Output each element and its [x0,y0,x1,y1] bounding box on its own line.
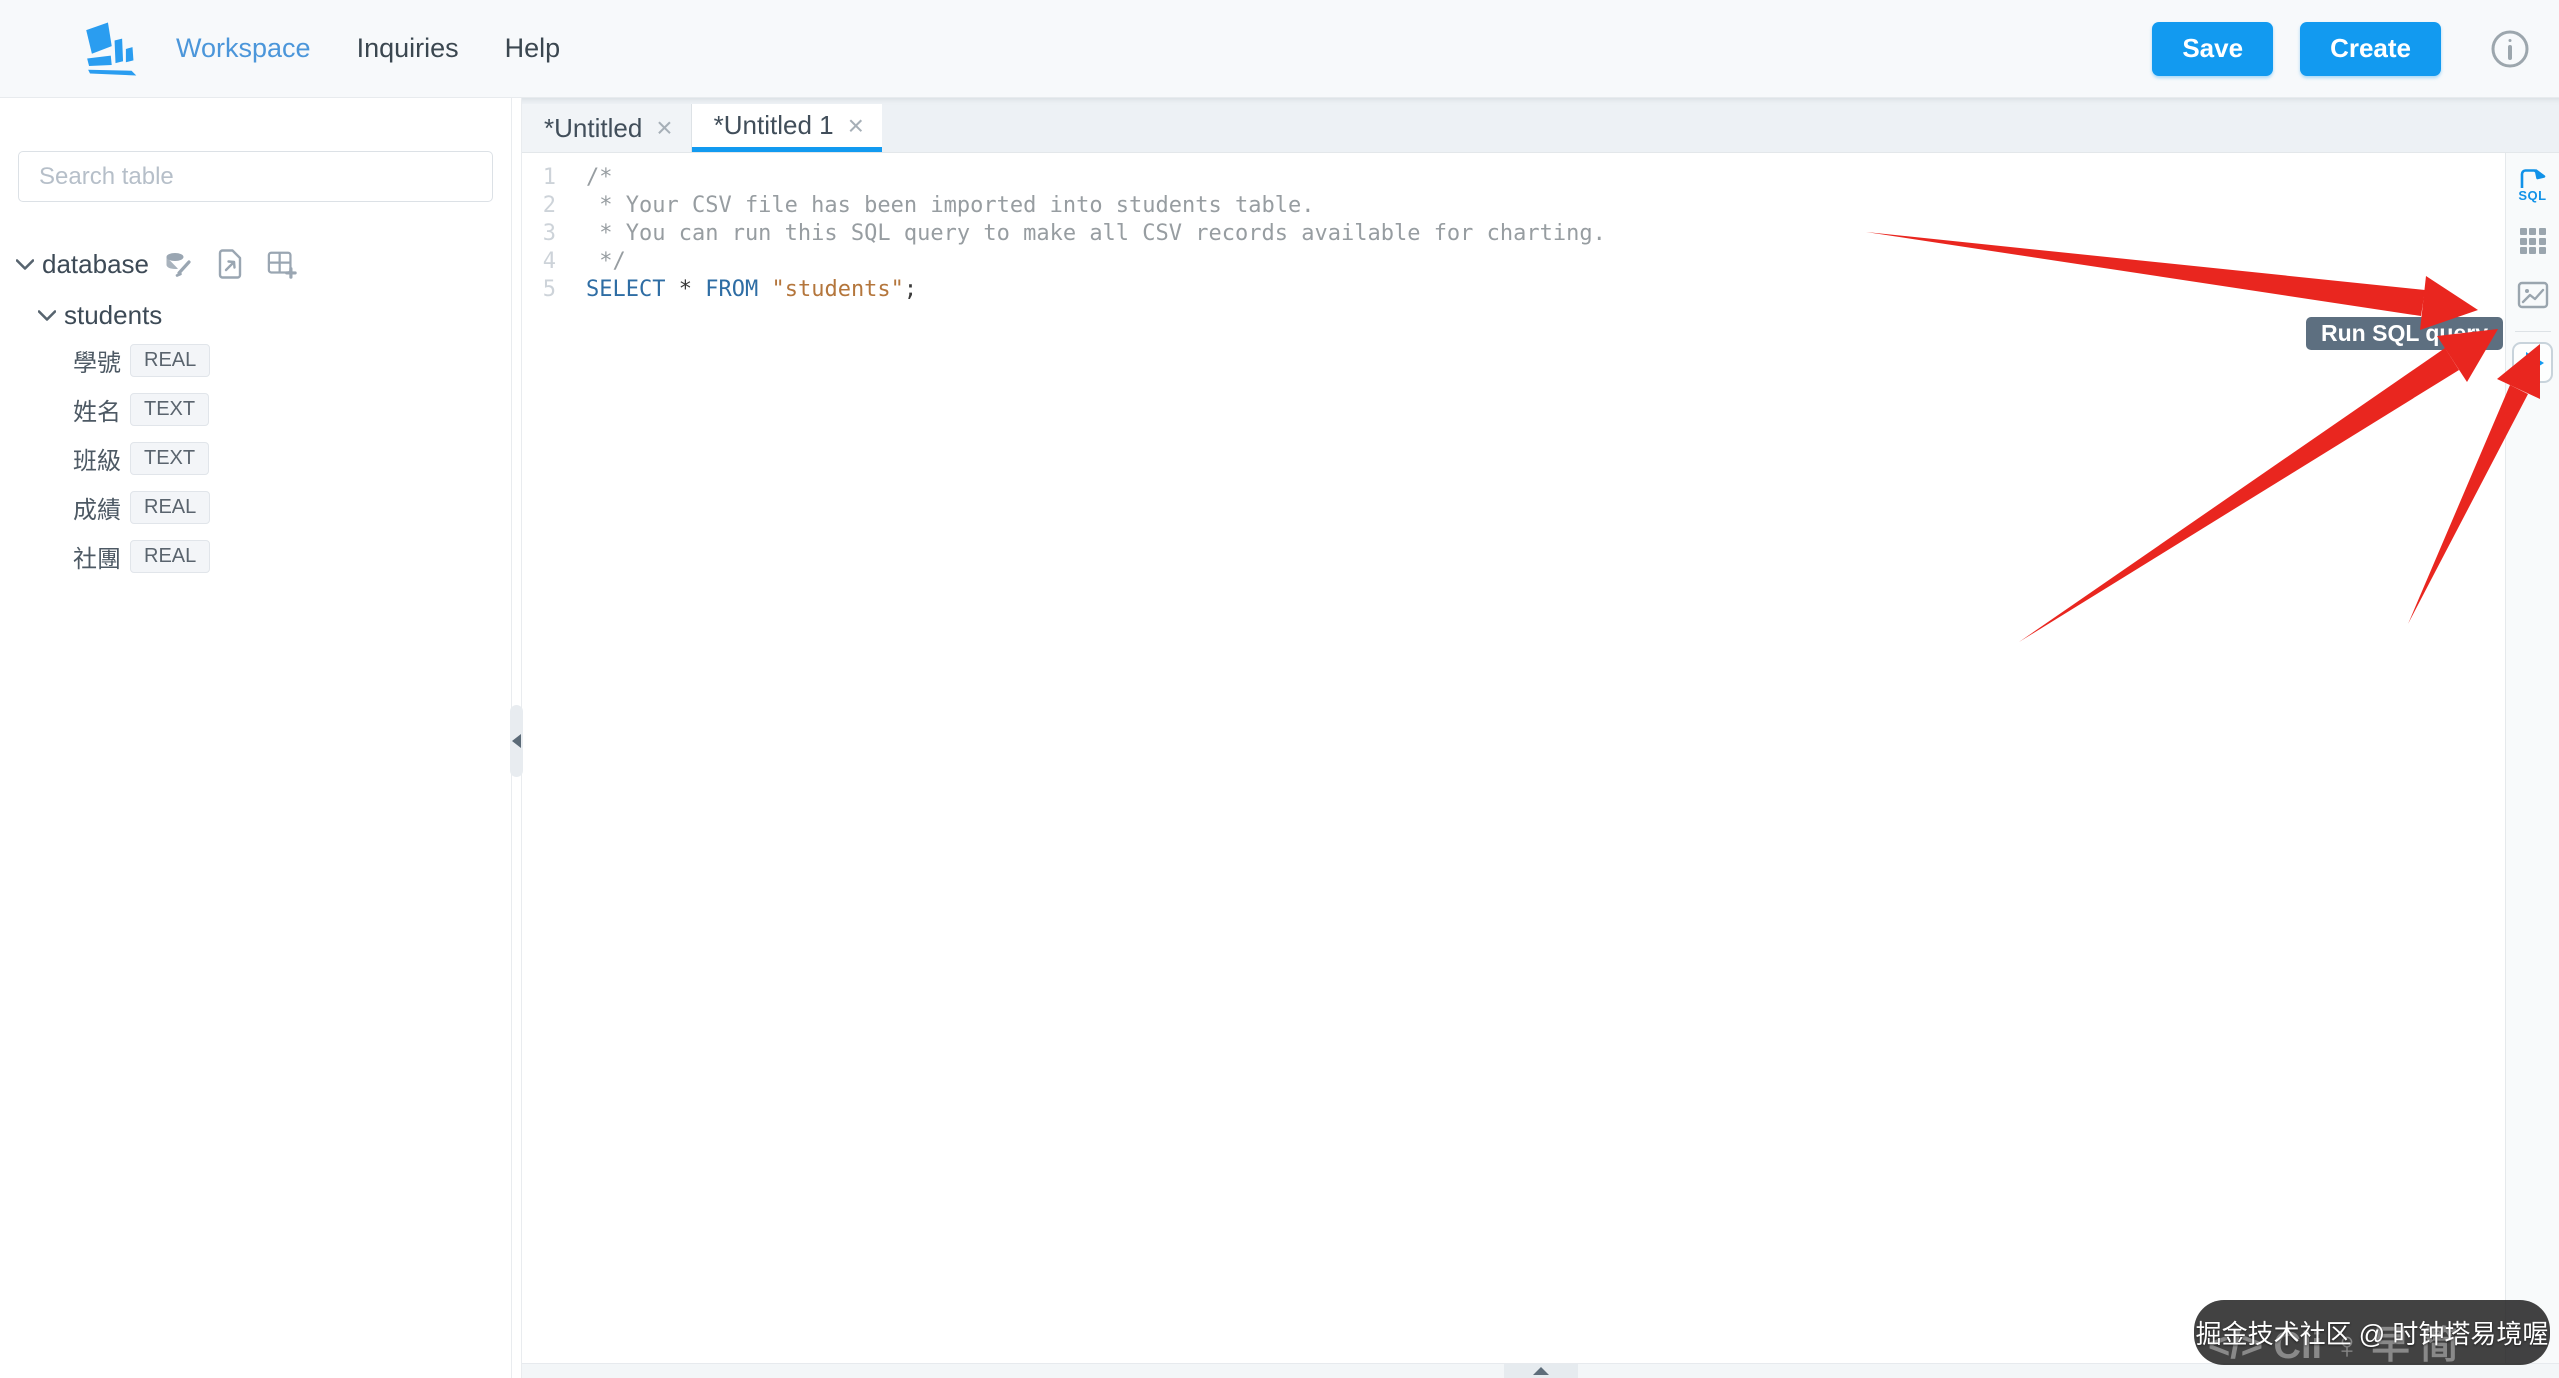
table-add-icon[interactable] [267,249,297,279]
sidebar-splitter [510,98,523,1378]
rail-divider [2514,331,2551,332]
column-row: 學號 REAL [0,336,511,385]
column-name: 成績 [73,497,121,524]
column-name: 學號 [73,350,121,377]
tab-label: *Untitled [544,112,643,143]
top-navbar: Workspace Inquiries Help Save Create [0,0,2559,98]
token-keyword: FROM [705,277,759,302]
tab-0[interactable]: *Untitled × [522,104,692,152]
file-export-icon[interactable] [215,249,245,279]
token-comment: */ [586,249,626,274]
nav-link-workspace[interactable]: Workspace [176,33,311,64]
column-row: 姓名 TEXT [0,385,511,434]
sqliteviz-app: Workspace Inquiries Help Save Create datab… [0,0,2559,1378]
database-edit-icon[interactable] [163,249,193,279]
schema-sidebar: database [0,98,512,1378]
watermark-text: 掘金技术社区 @ 时钟塔易境喔 [2195,1319,2549,1349]
sql-view-label: SQL [2518,187,2547,203]
code-text: */ [586,248,626,276]
close-icon[interactable]: × [656,114,672,142]
grid-icon [2519,228,2546,254]
column-row: 成績 REAL [0,483,511,532]
chart-view-icon[interactable] [2513,275,2553,315]
table-tree-row-students: students [34,300,511,330]
run-query-tooltip: Run SQL query [2306,317,2503,350]
line-number: 3 [542,221,556,246]
chevron-left-icon [512,734,521,748]
column-row: 班級 TEXT [0,434,511,483]
line-number: 5 [542,277,556,302]
info-icon[interactable] [2489,28,2531,70]
column-type-badge: TEXT [130,393,210,426]
code-line: 3 * You can run this SQL query to make a… [522,220,2505,248]
watermark-badge: </> Cli ♀ 早 简 掘金技术社区 @ 时钟塔易境喔 [2194,1300,2550,1365]
column-type-badge: REAL [130,540,211,573]
app-logo-icon[interactable] [72,14,142,84]
editor-tabbar: *Untitled × *Untitled 1 × [522,98,2559,153]
save-button[interactable]: Save [2152,21,2274,76]
search-table-input[interactable] [18,151,493,202]
token-comment: * Your CSV file has been imported into s… [586,193,1315,218]
code-text: /* [586,164,613,192]
line-number: 4 [542,249,556,274]
code-text: * You can run this SQL query to make all… [586,220,1606,248]
expand-results-handle[interactable] [1503,1364,1578,1378]
nav-links: Workspace Inquiries Help [176,33,560,64]
sql-view-icon[interactable]: SQL [2513,165,2553,205]
table-name: students [64,299,163,330]
token-plain: ; [903,277,918,302]
token-keyword: SELECT [586,277,666,302]
code-text: * Your CSV file has been imported into s… [586,192,1314,220]
view-switcher-rail: SQL [2505,153,2559,1363]
play-icon [2525,351,2544,374]
results-panel-collapsed-bar [522,1363,2559,1378]
column-type-badge: REAL [130,344,211,377]
column-row: 社團 REAL [0,532,511,581]
database-tree-row: database [12,248,511,280]
nav-link-inquiries[interactable]: Inquiries [357,33,459,64]
sql-editor[interactable]: 1/* 2 * Your CSV file has been imported i… [522,153,2505,1363]
line-number: 2 [542,193,556,218]
tab-1[interactable]: *Untitled 1 × [691,104,882,152]
token-string: "students" [771,277,904,302]
code-line: 1 /* [522,164,2505,192]
close-icon[interactable]: × [848,111,864,140]
table-view-icon[interactable] [2513,221,2553,261]
token-comment: /* [586,165,613,190]
line-number: 1 [542,165,556,190]
column-list: 學號 REAL 姓名 TEXT 班級 TEXT 成績 REAL 社團 REAL [0,336,511,581]
column-name: 姓名 [73,399,121,426]
code-line: 2 * Your CSV file has been imported into… [522,192,2505,220]
tab-label: *Untitled 1 [713,110,834,140]
chevron-down-icon[interactable] [34,302,60,328]
database-label: database [42,248,149,279]
chevron-up-icon [1532,1367,1549,1375]
token-comment: * You can run this SQL query to make all… [586,221,1606,246]
column-name: 社團 [73,546,121,573]
chevron-down-icon[interactable] [12,251,38,277]
column-type-badge: REAL [130,491,211,524]
create-button[interactable]: Create [2300,21,2441,76]
column-type-badge: TEXT [130,442,210,475]
code-line: 4 */ [522,248,2505,276]
token-plain: * [665,277,706,302]
code-text: SELECT * FROM "students"; [586,276,917,304]
column-name: 班級 [73,448,121,475]
code-line: 5 SELECT * FROM "students"; [522,276,2505,304]
nav-link-help[interactable]: Help [505,33,561,64]
sidebar-collapse-handle[interactable] [510,705,523,777]
run-query-button[interactable] [2512,342,2553,383]
